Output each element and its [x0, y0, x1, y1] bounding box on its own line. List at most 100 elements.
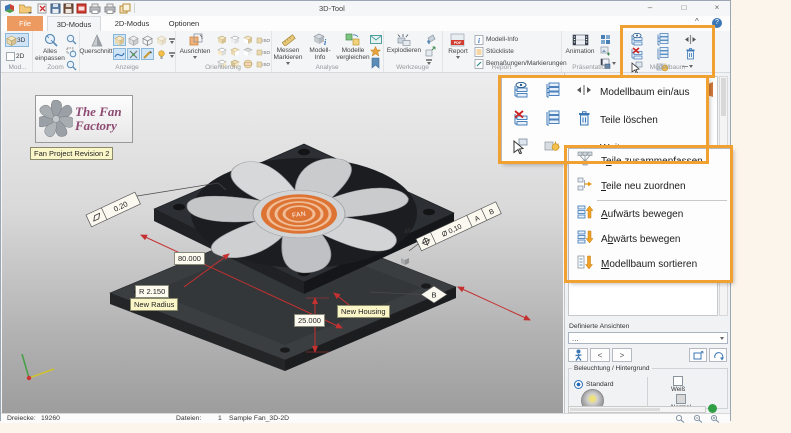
doc-list-icon	[474, 47, 484, 57]
fit-all-button[interactable]: Alles einpassen	[34, 33, 66, 62]
export-pdf-icon[interactable]	[76, 3, 87, 14]
view-cube-icon[interactable]	[215, 34, 228, 46]
menu-item-move-down[interactable]: Abwärts bewegen	[569, 227, 731, 252]
view-cube-icon[interactable]	[228, 34, 241, 46]
mode-2d-button[interactable]: 2D	[5, 49, 29, 63]
open-file-icon[interactable]	[19, 3, 32, 14]
collapse-ribbon-button[interactable]: ^	[695, 17, 699, 26]
cross-section-button[interactable]: Querschnitt	[81, 33, 111, 55]
background-white-checkbox[interactable]: Weiß	[671, 376, 685, 393]
zoom-pen-icon[interactable]	[675, 414, 685, 423]
menu-item-move-up[interactable]: Aufwärts bewegen	[569, 202, 731, 227]
iso-view-button[interactable]: ISO	[256, 34, 270, 46]
prev-view-button[interactable]: <	[590, 348, 610, 362]
mode-3d-button[interactable]: 3D	[5, 33, 29, 47]
menu-item-merge-parts[interactable]: Teile zusammenfassen	[569, 149, 731, 174]
display-edges-icon[interactable]	[127, 34, 140, 46]
next-view-button[interactable]: >	[612, 348, 632, 362]
lighting-background-panel: Beleuchtung / Hintergrund Standard Weiß …	[568, 365, 728, 409]
scrollbar-thumb[interactable]	[570, 408, 660, 411]
stamp-icon[interactable]	[369, 45, 382, 57]
highlight-part-icon[interactable]	[544, 138, 560, 159]
spline-display-icon[interactable]	[113, 48, 126, 60]
ribbon-group-mod: 3D 2D Mod...	[3, 31, 33, 72]
tree-collapse-icon[interactable]	[544, 110, 560, 131]
toolbar-divider	[134, 3, 135, 13]
zoom-in-icon[interactable]	[65, 33, 78, 45]
minimize-button[interactable]: –	[639, 1, 661, 15]
tree-delete-icon[interactable]	[630, 47, 643, 59]
display-wireframe-icon[interactable]	[141, 34, 154, 46]
window-grid-icon[interactable]	[599, 33, 612, 45]
zoom-out-status-icon[interactable]	[693, 414, 703, 423]
tab-2d-modus[interactable]: 2D-Modus	[105, 16, 159, 31]
maximize-button[interactable]: □	[673, 1, 695, 15]
axis-triad-icon	[22, 354, 54, 380]
paint-bucket-icon[interactable]	[424, 33, 437, 45]
horizontal-scrollbar[interactable]	[568, 406, 706, 413]
measure-mark-button[interactable]: Messen Markieren	[272, 33, 304, 65]
tree-expand-icon[interactable]	[544, 82, 560, 103]
menu-item-delete-parts[interactable]: Teile löschen	[502, 106, 707, 134]
ribbon-group-werkzeuge: Explodieren Werkzeuge	[383, 31, 443, 72]
menu-item-reassign-parts[interactable]: Teile neu zuordnen	[569, 174, 731, 199]
light-display-icon[interactable]	[155, 48, 168, 60]
explode-button[interactable]: Explodieren	[386, 33, 422, 54]
close-button[interactable]: ×	[706, 1, 728, 15]
transform-icon[interactable]	[424, 45, 437, 57]
pick-part-icon[interactable]	[512, 138, 528, 159]
zoom-fit-icon	[43, 33, 58, 47]
save-view-button[interactable]	[689, 348, 707, 362]
axes-display-icon[interactable]	[127, 48, 140, 60]
view-cube-icon[interactable]	[241, 46, 254, 58]
markup-pen-icon[interactable]	[141, 48, 154, 60]
animation-button[interactable]: Animation	[564, 33, 596, 55]
zoom-window-icon[interactable]	[65, 46, 78, 58]
tree-toggle-icon	[576, 83, 592, 102]
report-parts-list-item[interactable]: Stückliste	[474, 46, 514, 57]
print-icon[interactable]	[89, 3, 101, 14]
menu-item-tree-toggle[interactable]: Modellbaum ein/aus	[502, 78, 707, 106]
tab-file[interactable]: File	[7, 16, 43, 31]
tree-visibility-icon[interactable]	[630, 33, 643, 45]
zoom-in-status-icon[interactable]	[710, 414, 720, 423]
defined-views-dropdown[interactable]: ...	[568, 332, 728, 344]
trash-icon[interactable]	[684, 47, 697, 59]
close-file-icon[interactable]	[37, 3, 48, 14]
image-add-icon[interactable]	[599, 45, 612, 57]
model-info-button[interactable]: i Modell-Info	[305, 33, 335, 61]
doc-info-icon: i	[474, 35, 484, 45]
tree-toggle-icon[interactable]	[684, 33, 697, 45]
view-cube-icon[interactable]	[215, 46, 228, 58]
menu-item-sort-tree[interactable]: Modellbaum sortieren	[569, 252, 731, 277]
print-preview-icon[interactable]	[104, 3, 116, 14]
save-icon[interactable]	[50, 3, 61, 14]
report-model-info-item[interactable]: i Modell-Info	[474, 34, 518, 45]
tree-visibility-icon[interactable]	[512, 82, 528, 103]
iso-view-button[interactable]: ISO	[256, 46, 270, 58]
tree-expand-icon[interactable]	[656, 33, 669, 45]
save-all-icon[interactable]	[63, 3, 74, 14]
display-shaded-icon[interactable]	[113, 34, 126, 46]
view-cube-icon[interactable]	[228, 46, 241, 58]
copy-view-icon[interactable]	[119, 3, 131, 14]
view-cube-icon[interactable]	[241, 34, 254, 46]
restore-view-button[interactable]	[709, 348, 727, 362]
help-button[interactable]: ?	[712, 18, 722, 28]
default-view-button[interactable]	[568, 348, 588, 362]
envelope-icon[interactable]	[369, 33, 382, 45]
report-button[interactable]: PDF Report	[445, 33, 471, 59]
tree-delete-icon[interactable]	[512, 110, 528, 131]
align-button[interactable]: Ausrichten	[177, 33, 213, 59]
scrollbar-thumb[interactable]	[721, 78, 726, 116]
compare-models-button[interactable]: Modelle vergleichen	[336, 33, 370, 61]
tab-3d-modus[interactable]: 3D-Modus	[47, 16, 101, 31]
standard-radio[interactable]: Standard	[574, 380, 614, 389]
tree-collapse-icon[interactable]	[656, 47, 669, 59]
status-ok-dot	[708, 404, 717, 413]
ribbon-group-report: PDF Report i Modell-Info Stückliste Bema…	[442, 31, 562, 72]
title-bar[interactable]: 3D-Tool – □ ×	[1, 1, 730, 16]
display-transparent-icon[interactable]	[155, 34, 168, 46]
tab-optionen[interactable]: Optionen	[161, 16, 207, 31]
viewport-3d[interactable]: FAN 0.20 4x	[2, 73, 563, 413]
